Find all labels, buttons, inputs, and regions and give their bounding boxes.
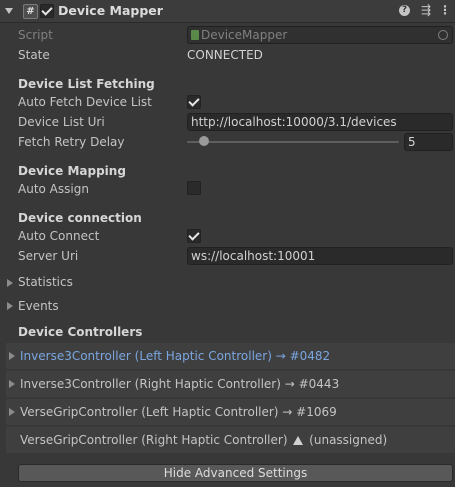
section-device-mapping: Device Mapping	[18, 164, 126, 178]
section-device-connection: Device connection	[18, 211, 142, 225]
foldout-arrow-icon[interactable]	[5, 8, 13, 14]
sliders-icon[interactable]: ⇶	[419, 3, 433, 17]
section-device-controllers: Device Controllers	[18, 325, 143, 339]
component-title: Device Mapper	[58, 3, 163, 18]
help-icon[interactable]: ?	[399, 5, 410, 16]
object-picker-icon[interactable]	[438, 30, 448, 40]
hash-icon: #	[23, 4, 38, 19]
controller-label: VerseGripController (Left Haptic Control…	[20, 405, 337, 419]
kebab-menu-icon[interactable]: ⋮	[438, 3, 452, 17]
auto-fetch-checkbox[interactable]	[187, 95, 201, 109]
state-value: CONNECTED	[187, 48, 263, 62]
controller-label: Inverse3Controller (Left Haptic Controll…	[20, 349, 331, 363]
controller-name: VerseGripController (Right Haptic Contro…	[20, 433, 288, 447]
auto-connect-label: Auto Connect	[18, 229, 100, 243]
fetch-retry-slider-handle[interactable]	[199, 136, 209, 146]
statistics-foldout-icon[interactable]	[7, 279, 13, 287]
device-list-uri-label: Device List Uri	[18, 115, 105, 129]
statistics-foldout[interactable]: Statistics	[18, 275, 73, 289]
events-foldout[interactable]: Events	[18, 299, 59, 313]
controller-row[interactable]: VerseGripController (Right Haptic Contro…	[6, 427, 455, 453]
controller-row[interactable]: Inverse3Controller (Left Haptic Controll…	[6, 343, 455, 369]
hide-advanced-settings-button[interactable]: Hide Advanced Settings	[18, 464, 453, 482]
component-enabled-checkbox[interactable]	[40, 4, 54, 18]
warning-icon	[293, 436, 304, 445]
auto-fetch-label: Auto Fetch Device List	[18, 95, 152, 109]
fetch-retry-delay-input[interactable]: 5	[404, 133, 453, 151]
controller-foldout-icon[interactable]	[9, 408, 15, 416]
script-field[interactable]: DeviceMapper	[187, 26, 453, 44]
script-file-icon	[191, 30, 199, 40]
unassigned-text: (unassigned)	[309, 433, 388, 447]
server-uri-input[interactable]: ws://localhost:10001	[187, 247, 453, 265]
fetch-retry-delay-label: Fetch Retry Delay	[18, 135, 125, 149]
controller-foldout-icon[interactable]	[9, 380, 15, 388]
component-header: # Device Mapper ? ⇶ ⋮	[0, 0, 455, 23]
auto-assign-checkbox[interactable]	[187, 181, 201, 195]
auto-connect-checkbox[interactable]	[187, 229, 201, 243]
controller-label: Inverse3Controller (Right Haptic Control…	[20, 377, 340, 391]
events-foldout-icon[interactable]	[7, 302, 13, 310]
controller-label: VerseGripController (Right Haptic Contro…	[20, 433, 387, 447]
device-list-uri-input[interactable]: http://localhost:10000/3.1/devices	[187, 113, 453, 131]
server-uri-label: Server Uri	[18, 249, 79, 263]
script-value: DeviceMapper	[201, 28, 288, 42]
state-label: State	[18, 48, 50, 62]
section-device-list-fetching: Device List Fetching	[18, 77, 155, 91]
controller-foldout-icon[interactable]	[9, 352, 15, 360]
controller-row[interactable]: Inverse3Controller (Right Haptic Control…	[6, 371, 455, 397]
fetch-retry-slider-track[interactable]	[187, 141, 399, 143]
controller-row[interactable]: VerseGripController (Left Haptic Control…	[6, 399, 455, 425]
script-label: Script	[18, 28, 53, 42]
auto-assign-label: Auto Assign	[18, 182, 89, 196]
